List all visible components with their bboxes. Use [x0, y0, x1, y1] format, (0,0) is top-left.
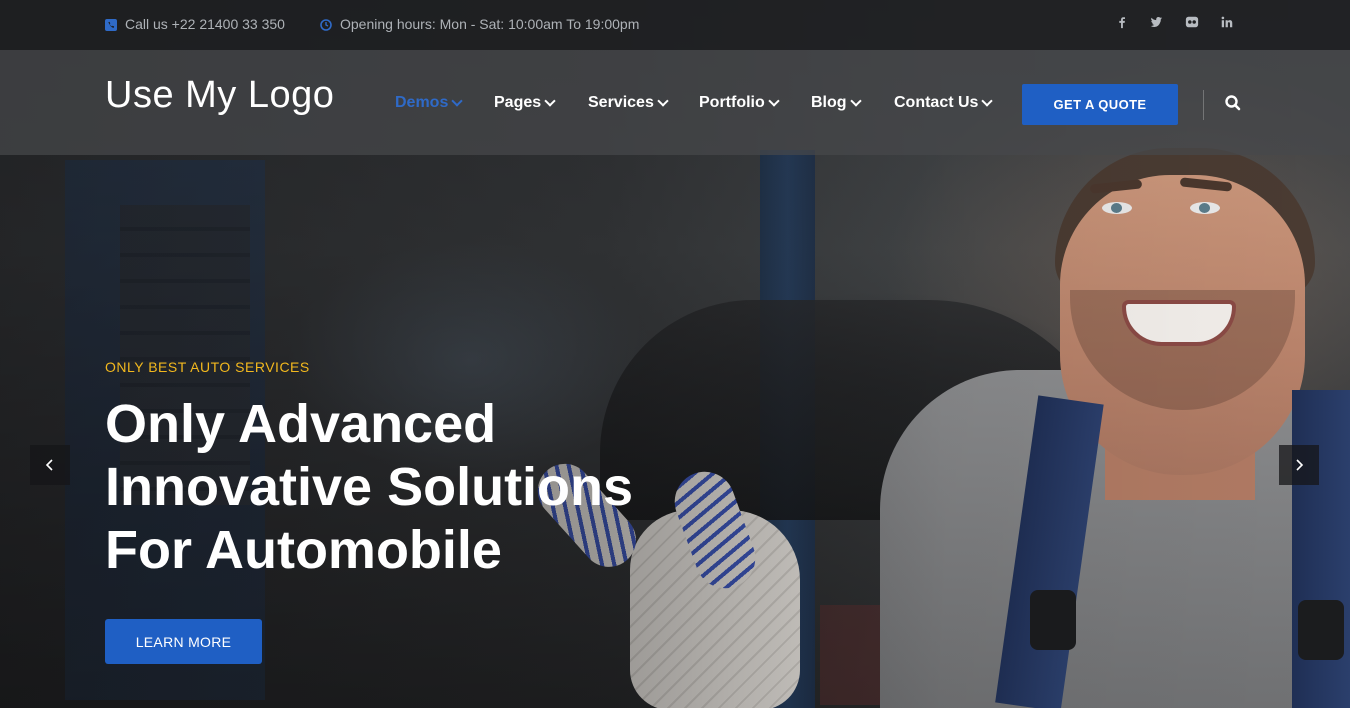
chevron-down-icon	[544, 95, 556, 107]
topbar: Call us +22 21400 33 350 Opening hours: …	[0, 0, 1350, 50]
get-a-quote-button[interactable]: GET A QUOTE	[1022, 84, 1178, 125]
flickr-icon[interactable]	[1183, 15, 1201, 33]
clock-icon	[320, 18, 332, 31]
nav-label: Services	[588, 94, 654, 111]
nav-item-portfolio[interactable]: Portfolio	[699, 94, 780, 112]
chevron-left-icon	[45, 459, 53, 471]
nav-item-pages[interactable]: Pages	[494, 94, 556, 112]
nav-item-demos[interactable]: Demos	[395, 94, 464, 112]
nav-label: Blog	[811, 94, 847, 111]
header-divider	[1203, 90, 1204, 120]
hero-headline: Only Advanced Innovative Solutions For A…	[105, 393, 665, 582]
topbar-phone[interactable]: Call us +22 21400 33 350	[105, 16, 285, 32]
nav-label: Demos	[395, 94, 449, 111]
learn-more-button[interactable]: LEARN MORE	[105, 619, 262, 664]
chevron-down-icon	[768, 95, 780, 107]
nav-item-contact-us[interactable]: Contact Us	[894, 94, 994, 112]
topbar-hours: Opening hours: Mon - Sat: 10:00am To 19:…	[320, 16, 639, 32]
nav-item-services[interactable]: Services	[588, 94, 669, 112]
headline-line: For Automobile	[105, 520, 502, 580]
nav-label: Contact Us	[894, 94, 979, 111]
headline-line: Only Advanced	[105, 394, 497, 454]
site-logo[interactable]: Use My Logo	[105, 74, 334, 117]
search-icon[interactable]	[1224, 94, 1242, 112]
headline-line: Innovative Solutions	[105, 457, 634, 517]
slider-prev-button[interactable]	[30, 445, 70, 485]
chevron-down-icon	[451, 95, 464, 107]
phone-text: Call us +22 21400 33 350	[125, 16, 285, 32]
phone-icon	[105, 18, 117, 31]
hero-eyebrow: ONLY BEST AUTO SERVICES	[105, 359, 310, 375]
nav-item-blog[interactable]: Blog	[811, 94, 862, 112]
slider-next-button[interactable]	[1279, 445, 1319, 485]
chevron-down-icon	[657, 95, 669, 107]
linkedin-icon[interactable]	[1218, 15, 1236, 33]
site-header: Use My Logo Demos Pages Services Portfol…	[0, 50, 1350, 155]
nav-label: Pages	[494, 94, 542, 111]
chevron-down-icon	[981, 95, 994, 107]
nav-label: Portfolio	[699, 94, 765, 111]
facebook-icon[interactable]	[1113, 15, 1131, 33]
chevron-down-icon	[849, 95, 862, 107]
twitter-icon[interactable]	[1147, 15, 1165, 33]
hours-text: Opening hours: Mon - Sat: 10:00am To 19:…	[340, 16, 640, 32]
chevron-right-icon	[1296, 459, 1304, 471]
